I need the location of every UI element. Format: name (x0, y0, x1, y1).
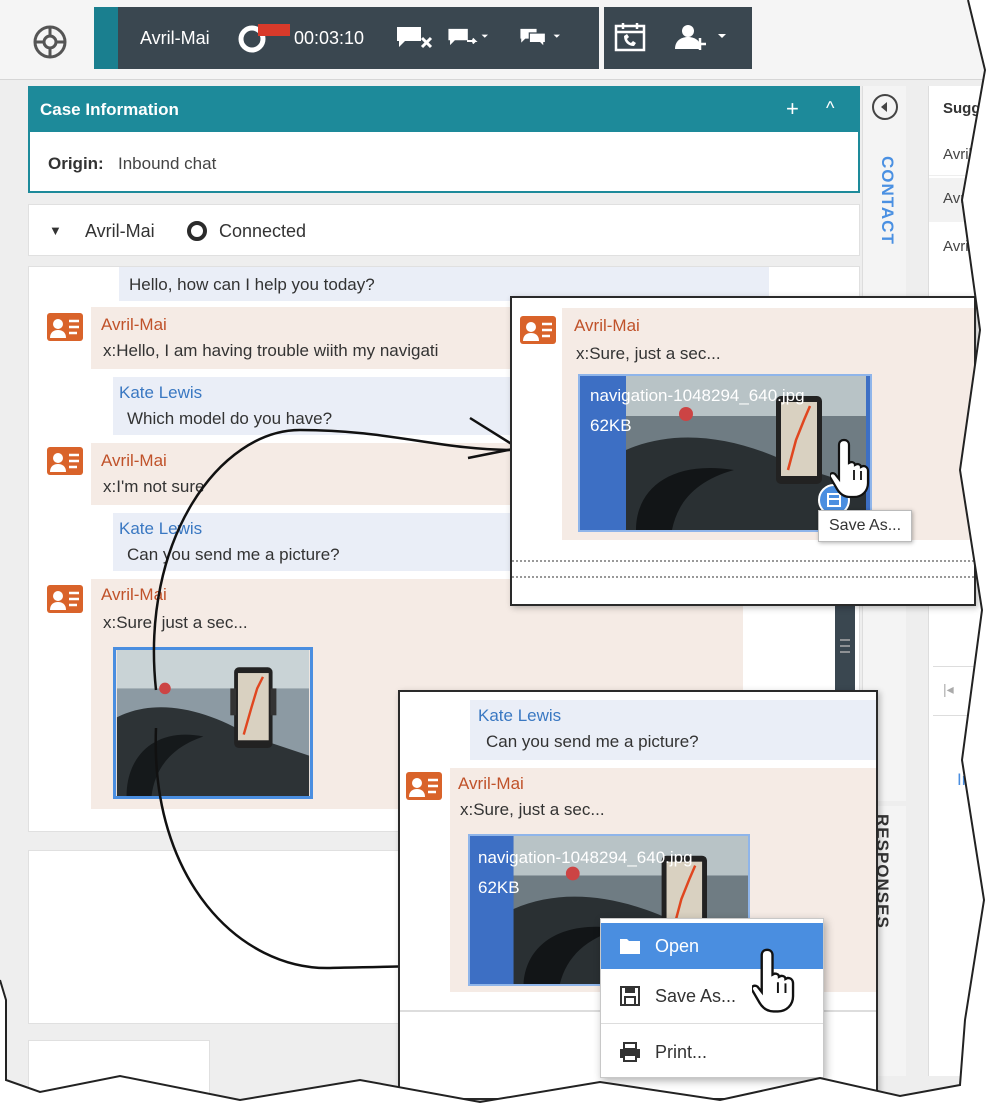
folder-icon (620, 939, 640, 954)
chat-message-customer: Avril-Mai x:I'm not sure (91, 443, 511, 505)
message-text: x:Sure, just a sec... (576, 344, 721, 363)
message-sender: Avril-Mai (101, 451, 167, 470)
suggestion-item: Avril M (943, 190, 989, 207)
image-attachment[interactable]: navigation-1048294_640.jpg 62KB (578, 374, 872, 532)
case-information-header: Case Information + ^ (30, 88, 858, 132)
menu-item-label: Open (655, 936, 700, 956)
contact-card-icon (47, 585, 83, 613)
chat-message-agent: Kate Lewis Which model do you have? (113, 377, 513, 435)
suggestion-item: Avril (943, 238, 972, 255)
navigation-photo-thumbnail[interactable] (113, 647, 313, 799)
collapse-side-icon[interactable] (872, 94, 898, 120)
origin-label: Origin: (48, 154, 104, 173)
toolbar-contact-name[interactable]: Avril-Mai (140, 28, 210, 49)
message-sender: Kate Lewis (119, 519, 203, 538)
save-as-tooltip: Save As... (818, 510, 913, 542)
contact-card-icon (406, 772, 442, 800)
message-sender: Avril-Mai (458, 774, 524, 793)
contact-menu-icon[interactable] (670, 22, 734, 52)
toolbar-accent (94, 7, 118, 69)
message-text: Can you send me a picture? (127, 545, 340, 564)
hand-cursor-icon (830, 438, 870, 498)
chat-timer-icon (238, 24, 290, 53)
info-tab[interactable]: Inf (957, 770, 976, 790)
message-text: Hello, how can I help you today? (129, 275, 375, 294)
attachment-file-name: navigation-1048294_640.jpg (478, 848, 693, 867)
transfer-chat-icon[interactable] (446, 22, 488, 52)
attachment-file-size: 62KB (590, 416, 632, 435)
collapse-case-button[interactable]: ^ (826, 98, 834, 119)
hand-cursor-icon (752, 948, 795, 1013)
consult-chat-icon[interactable] (518, 22, 560, 52)
tab-contact-label: CONTACT (878, 156, 897, 245)
schedule-callback-icon[interactable] (612, 22, 648, 52)
contact-card-icon (47, 313, 83, 341)
chat-message-agent: Kate Lewis Can you send me a picture? (113, 513, 513, 571)
attachment-file-size: 62KB (478, 878, 520, 897)
contact-card-icon (47, 447, 83, 475)
suggestion-item: Avril M (943, 146, 989, 163)
message-sender: Kate Lewis (119, 383, 203, 402)
printer-icon (620, 1042, 640, 1062)
message-sender: Kate Lewis (478, 706, 562, 725)
connected-status-icon (187, 221, 207, 241)
add-case-data-button[interactable]: + (786, 96, 799, 122)
origin-value: Inbound chat (118, 154, 217, 173)
interaction-status: Connected (219, 221, 307, 241)
interaction-party-name: Avril-Mai (85, 221, 155, 241)
bottom-tab[interactable] (28, 1040, 210, 1100)
support-menu-icon[interactable] (30, 22, 70, 62)
suggestion-row[interactable]: Avril (929, 224, 985, 268)
end-chat-icon[interactable] (394, 22, 436, 52)
message-text: x:I'm not sure (103, 477, 205, 496)
first-page-icon[interactable]: |◂ (943, 681, 954, 698)
case-information-title: Case Information (40, 100, 179, 119)
message-sender: Avril-Mai (101, 585, 167, 604)
contact-card-icon (520, 316, 556, 344)
dashboard-phone-image (116, 650, 310, 796)
chat-message-customer: Avril-Mai x:Sure, just a sec... navigati… (562, 308, 974, 540)
attachment-file-name: navigation-1048294_640.jpg (590, 386, 805, 405)
menu-divider (601, 1023, 823, 1024)
message-text: Which model do you have? (127, 409, 333, 428)
message-text: Can you send me a picture? (486, 732, 699, 751)
message-sender: Avril-Mai (574, 316, 640, 335)
suggestions-header: Sugge (943, 100, 989, 117)
pager-bar: |◂ (933, 666, 985, 716)
interaction-header: ▼ Avril-Mai Connected (28, 204, 860, 256)
case-information-panel: Case Information + ^ Origin: Inbound cha… (28, 86, 860, 193)
agent-desktop: Avril-Mai 00:03:10 Case Information + ^ … (0, 0, 989, 1102)
save-icon (620, 986, 640, 1006)
suggestion-row[interactable]: Avril M (929, 178, 989, 222)
message-text: x:Sure, just a sec... (460, 800, 605, 819)
suggestion-row[interactable]: Avril M (929, 132, 989, 176)
collapse-interaction-icon[interactable]: ▼ (49, 223, 62, 238)
tab-contact[interactable]: CONTACT (867, 156, 903, 276)
menu-item-label: Print... (655, 1042, 708, 1062)
interaction-timer: 00:03:10 (294, 28, 365, 48)
chat-message-agent: Kate Lewis Can you send me a picture? (470, 700, 876, 760)
message-text: x:Sure, just a sec... (103, 613, 248, 632)
top-toolbar: Avril-Mai 00:03:10 (0, 0, 985, 80)
resize-divider[interactable] (512, 560, 974, 578)
menu-item-label: Save As... (655, 986, 737, 1006)
message-sender: Avril-Mai (101, 315, 167, 334)
chat-message-customer: Avril-Mai x:Hello, I am having trouble w… (91, 307, 541, 369)
zoom-callout-save-as: Avril-Mai x:Sure, just a sec... navigati… (510, 296, 976, 606)
menu-item-print[interactable]: Print... (601, 1029, 823, 1075)
message-text: x:Hello, I am having trouble wiith my na… (103, 341, 439, 360)
